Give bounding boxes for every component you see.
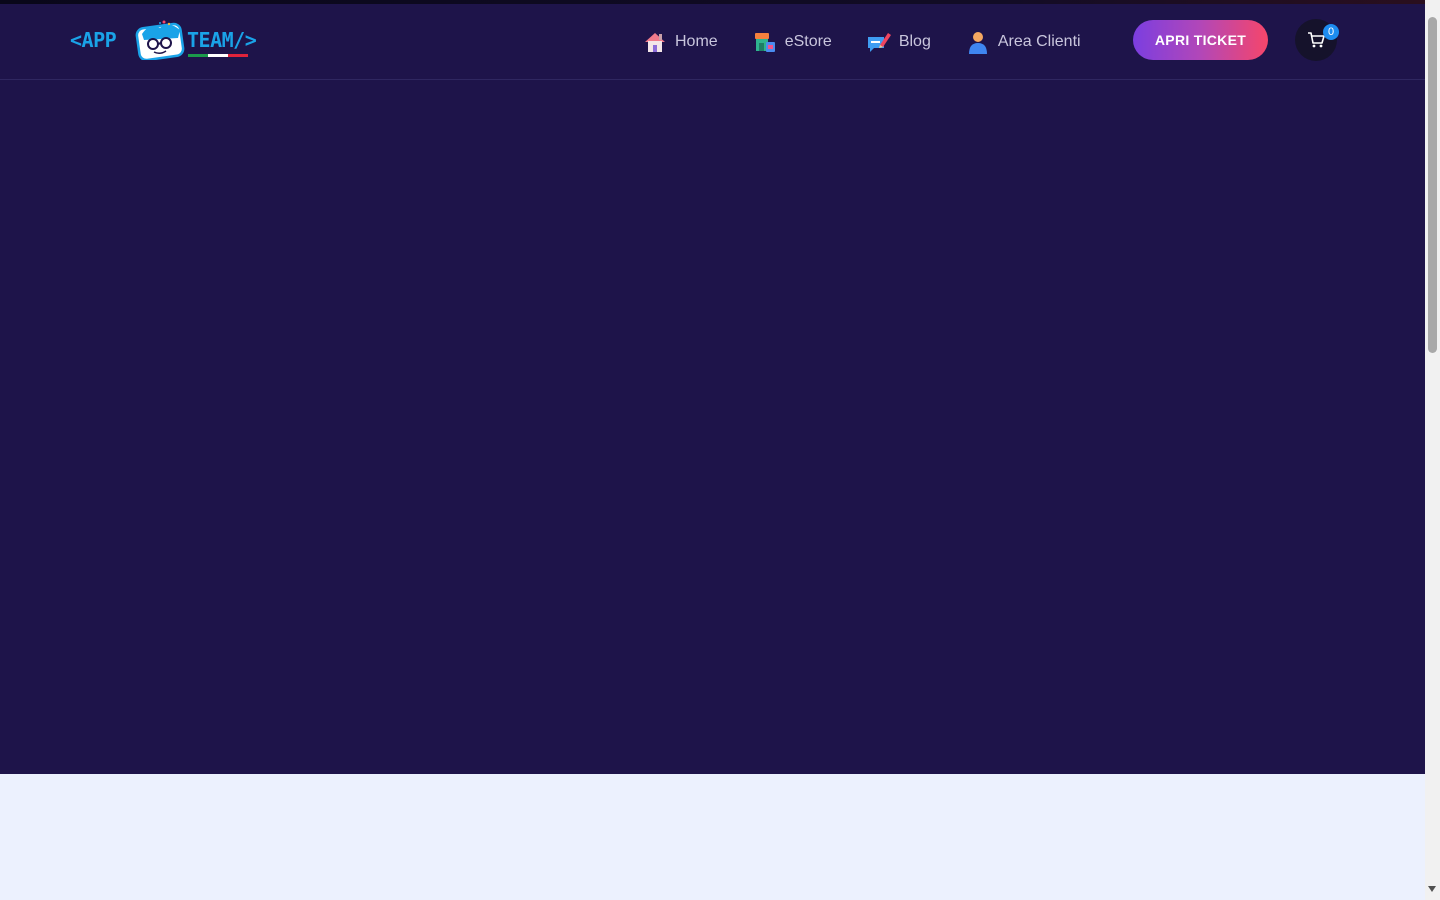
content-section: [0, 774, 1425, 900]
cart-count-badge: 0: [1323, 24, 1339, 40]
nav-item-label: Area Clienti: [997, 33, 1081, 50]
italian-flag-stripe: [188, 54, 248, 57]
scroll-down-arrow-icon[interactable]: [1428, 886, 1436, 892]
main-nav: Home eStore Blog Area Clienti: [642, 4, 1081, 80]
site-header: <APP TEAM/> Home eStore Blog Area Client…: [0, 4, 1425, 80]
mascot-face-icon: [135, 20, 185, 60]
open-ticket-button[interactable]: APRI TICKET: [1133, 20, 1268, 60]
logo-text-right: TEAM/>: [187, 28, 257, 52]
chat-pencil-icon: [867, 33, 891, 52]
nav-item-label: eStore: [784, 33, 832, 50]
scrollbar-thumb[interactable]: [1428, 17, 1437, 353]
nav-item-estore[interactable]: eStore: [752, 29, 832, 55]
cart-button[interactable]: 0: [1295, 19, 1339, 61]
nav-item-area-clienti[interactable]: Area Clienti: [965, 29, 1081, 55]
house-icon: [645, 33, 665, 52]
store-icon: [754, 33, 775, 52]
page-scrollbar[interactable]: [1425, 0, 1440, 900]
site-logo[interactable]: <APP TEAM/>: [70, 18, 280, 64]
nav-item-label: Home: [675, 33, 718, 50]
nav-item-home[interactable]: Home: [642, 29, 718, 55]
hero-section: [0, 80, 1425, 774]
nav-item-label: Blog: [898, 33, 931, 50]
user-icon: [968, 32, 987, 54]
nav-item-blog[interactable]: Blog: [866, 29, 931, 55]
logo-text-left: <APP: [70, 28, 117, 52]
